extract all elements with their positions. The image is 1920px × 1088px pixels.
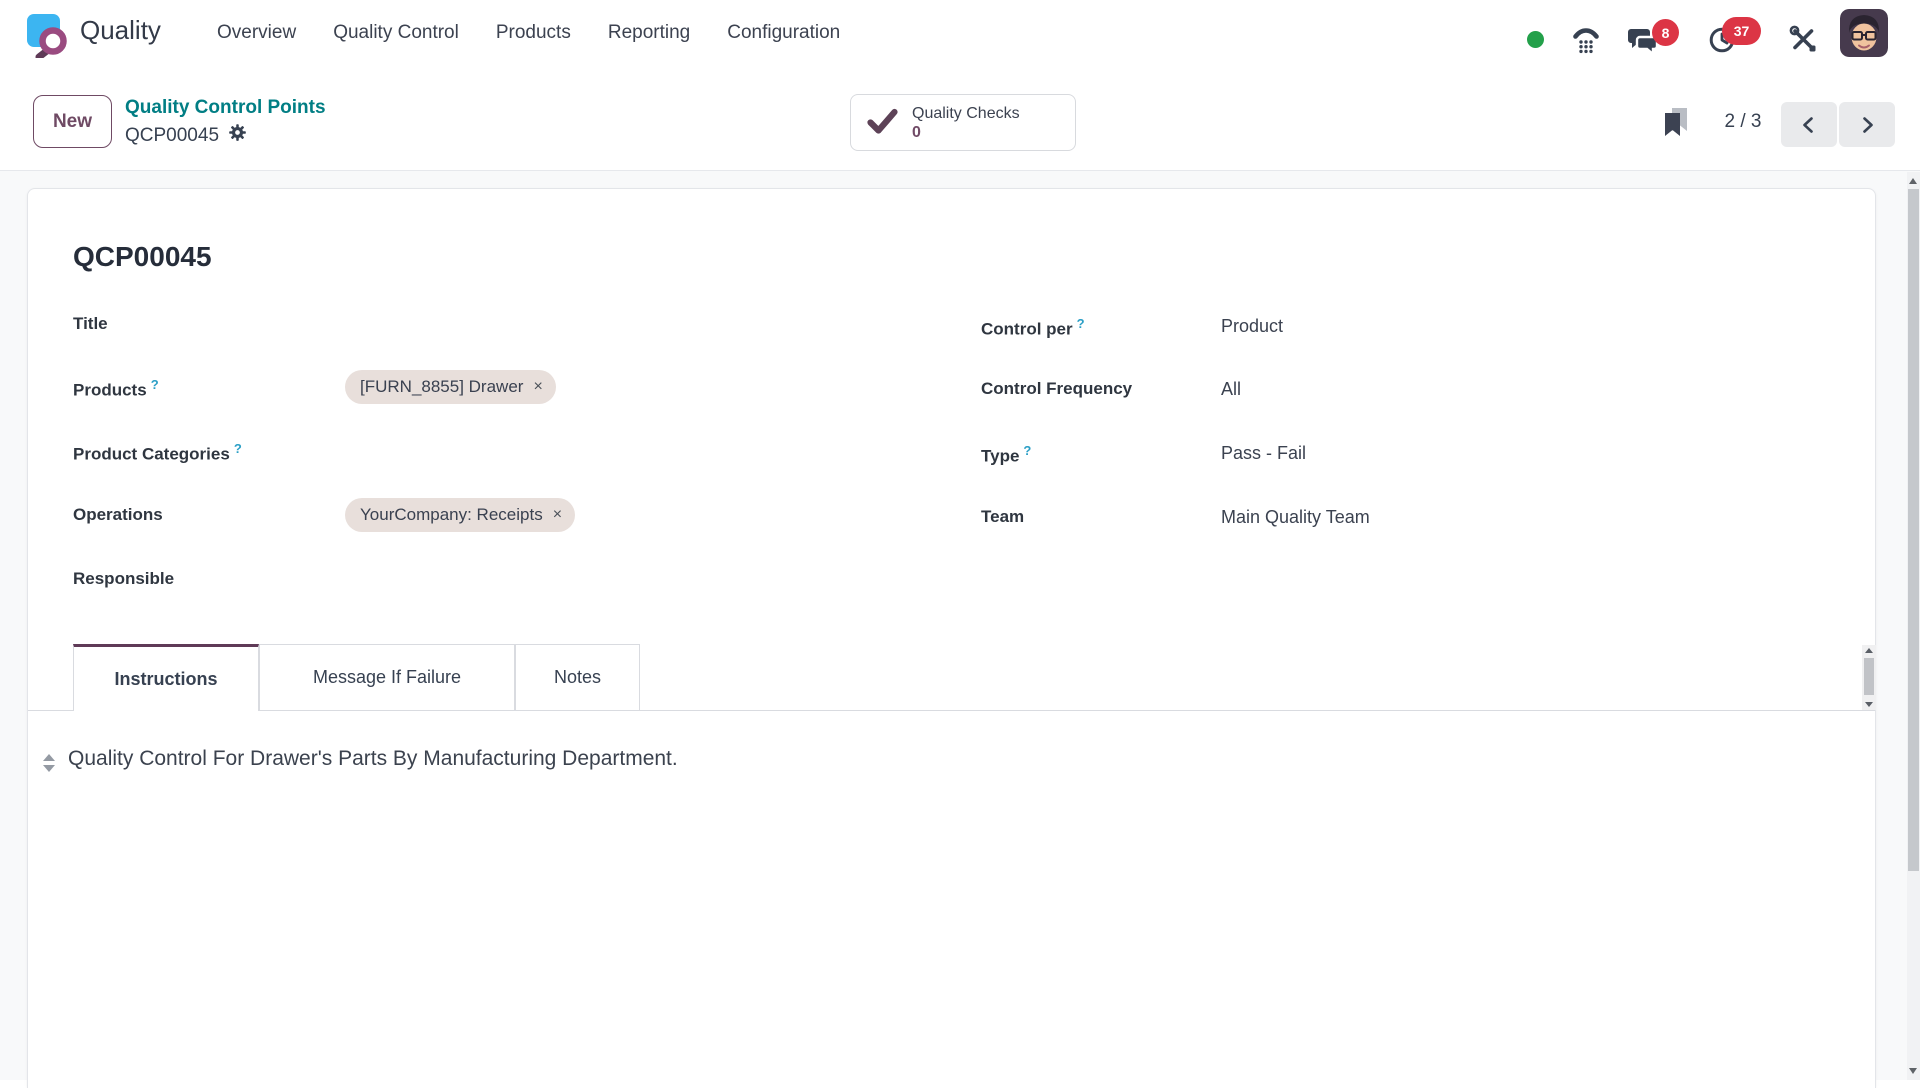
- check-icon: [867, 108, 898, 138]
- product-tag: [FURN_8855] Drawer ×: [345, 370, 556, 404]
- activities-badge[interactable]: 37: [1722, 17, 1761, 45]
- control-panel: New Quality Control Points QCP00045: [0, 66, 1920, 171]
- tabs-baseline: [28, 710, 1875, 711]
- new-button[interactable]: New: [33, 95, 112, 148]
- field-value-operations[interactable]: YourCompany: Receipts ×: [345, 498, 575, 532]
- menu-overview[interactable]: Overview: [217, 22, 296, 44]
- help-icon[interactable]: ?: [1023, 443, 1031, 458]
- quality-checks-stat-button[interactable]: Quality Checks 0: [850, 94, 1076, 151]
- field-label-title: Title: [73, 314, 108, 334]
- content-area: QCP00045 Title Products? [FURN_8855] Dra…: [0, 171, 1920, 1080]
- field-value-control-per[interactable]: Product: [1221, 316, 1283, 337]
- tag-delete-icon[interactable]: ×: [533, 379, 542, 395]
- tab-instructions[interactable]: Instructions: [73, 644, 259, 711]
- operation-tag: YourCompany: Receipts ×: [345, 498, 575, 532]
- chevron-left-icon: [1800, 116, 1818, 134]
- field-value-products[interactable]: [FURN_8855] Drawer ×: [345, 370, 556, 404]
- phone-icon[interactable]: [1572, 26, 1600, 59]
- scroll-up-icon[interactable]: [1909, 178, 1917, 184]
- field-value-team[interactable]: Main Quality Team: [1221, 507, 1370, 528]
- field-label-control-frequency: Control Frequency: [981, 379, 1132, 399]
- menu-reporting[interactable]: Reporting: [608, 22, 690, 44]
- drag-handle-icon[interactable]: [42, 754, 56, 772]
- tab-area-scrollbar[interactable]: [1862, 645, 1876, 710]
- pager-previous-button[interactable]: [1781, 102, 1837, 147]
- tools-icon[interactable]: [1789, 25, 1817, 58]
- bookmark-icon[interactable]: [1664, 106, 1688, 138]
- stat-button-label: Quality Checks: [912, 104, 1020, 123]
- stat-button-count: 0: [912, 123, 1020, 142]
- field-label-products: Products?: [73, 377, 159, 401]
- tab-notes[interactable]: Notes: [515, 644, 640, 710]
- pager-next-button[interactable]: [1839, 102, 1895, 147]
- field-label-type: Type?: [981, 443, 1031, 467]
- quality-app-icon[interactable]: [26, 12, 72, 58]
- menu-quality-control[interactable]: Quality Control: [333, 22, 459, 44]
- app-brand[interactable]: Quality: [80, 15, 161, 46]
- pager-position[interactable]: 2 / 3: [1714, 111, 1772, 133]
- messages-badge[interactable]: 8: [1652, 19, 1679, 46]
- user-avatar[interactable]: [1840, 9, 1888, 57]
- help-icon[interactable]: ?: [234, 441, 242, 456]
- field-input-title[interactable]: [345, 309, 765, 339]
- field-input-responsible[interactable]: [345, 564, 765, 594]
- tag-delete-icon[interactable]: ×: [553, 507, 562, 523]
- page-scrollbar[interactable]: [1907, 172, 1920, 1080]
- scrollbar-thumb[interactable]: [1908, 189, 1919, 871]
- field-label-responsible: Responsible: [73, 569, 174, 589]
- field-label-control-per: Control per?: [981, 316, 1085, 340]
- help-icon[interactable]: ?: [151, 377, 159, 392]
- field-label-product-categories: Product Categories?: [73, 441, 242, 465]
- scroll-up-icon[interactable]: [1865, 648, 1873, 653]
- record-title[interactable]: QCP00045: [73, 241, 212, 273]
- scroll-down-icon[interactable]: [1909, 1068, 1917, 1074]
- breadcrumb-current-record: QCP00045: [125, 124, 219, 148]
- field-input-product-categories[interactable]: [345, 436, 765, 466]
- field-value-type[interactable]: Pass - Fail: [1221, 443, 1306, 464]
- menu-configuration[interactable]: Configuration: [727, 22, 840, 44]
- help-icon[interactable]: ?: [1077, 316, 1085, 331]
- breadcrumb-parent-link[interactable]: Quality Control Points: [125, 96, 326, 120]
- tab-message-if-failure[interactable]: Message If Failure: [259, 644, 515, 710]
- scroll-down-icon[interactable]: [1865, 702, 1873, 707]
- chevron-right-icon: [1858, 116, 1876, 134]
- top-navbar: Quality Overview Quality Control Product…: [0, 0, 1920, 66]
- instructions-text[interactable]: Quality Control For Drawer's Parts By Ma…: [68, 747, 678, 771]
- settings-gear-icon[interactable]: [228, 123, 247, 149]
- online-status-icon[interactable]: [1527, 31, 1544, 48]
- field-label-team: Team: [981, 507, 1024, 527]
- form-sheet: QCP00045 Title Products? [FURN_8855] Dra…: [27, 188, 1876, 1088]
- main-menu: Overview Quality Control Products Report…: [217, 0, 840, 66]
- scrollbar-thumb[interactable]: [1864, 658, 1874, 695]
- menu-products[interactable]: Products: [496, 22, 571, 44]
- breadcrumb: Quality Control Points QCP00045: [125, 96, 326, 149]
- field-label-operations: Operations: [73, 505, 163, 525]
- field-value-control-frequency[interactable]: All: [1221, 379, 1241, 400]
